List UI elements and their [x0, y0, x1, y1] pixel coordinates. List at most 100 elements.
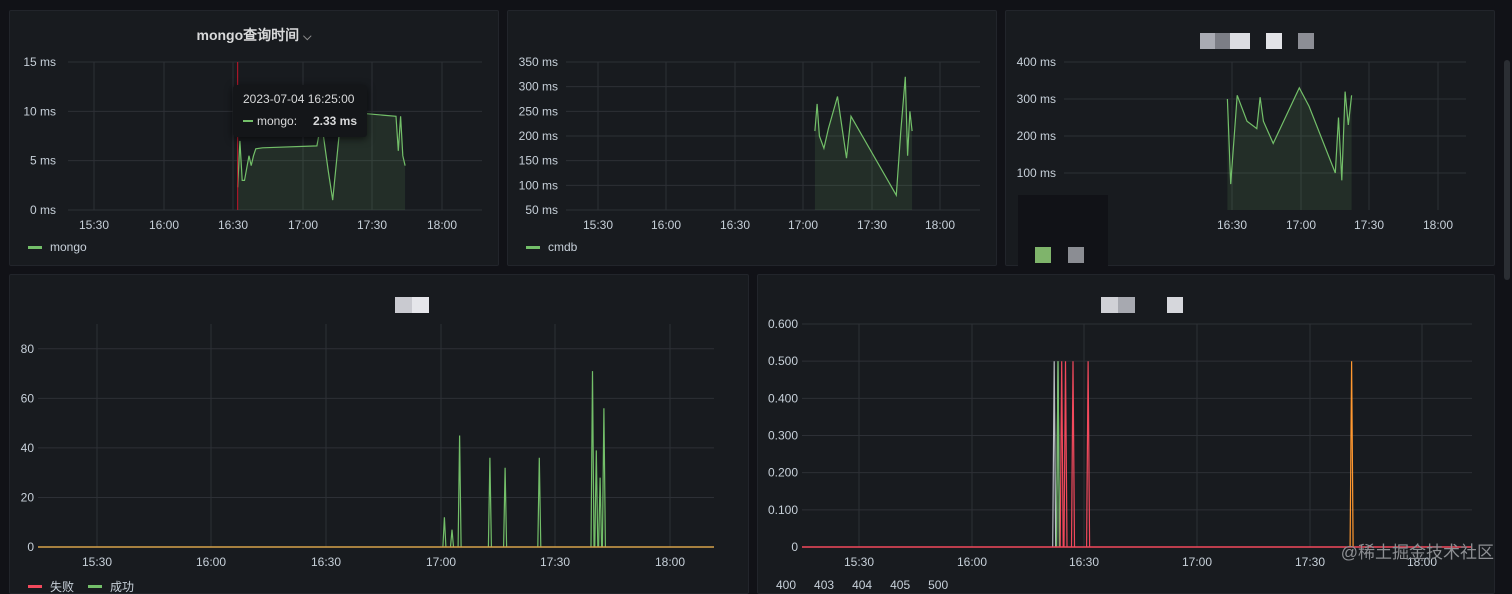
- y-tick-label: 300 ms: [1017, 92, 1056, 106]
- legend: 失败 成功: [28, 578, 134, 593]
- series-spike: [1059, 361, 1064, 548]
- x-tick-label: 18:00: [655, 555, 685, 569]
- panel-mongo-query-time[interactable]: mongo查询时间 ⌵ 0 ms 5 ms 10 ms 15 ms 15:30 16:00 1…: [9, 10, 499, 266]
- y-tick-label: 0: [791, 540, 798, 554]
- y-tick-label: 0 ms: [30, 203, 56, 217]
- x-tick-label: 18:00: [1423, 218, 1453, 232]
- series-area: [814, 76, 913, 210]
- y-tick-label: 80: [21, 342, 35, 356]
- x-tick-label: 17:30: [857, 218, 887, 232]
- watermark: @稀土掘金技术社区: [1340, 543, 1494, 562]
- x-tick-label: 16:30: [218, 218, 248, 232]
- series-spike: [590, 371, 595, 548]
- x-tick-label: 17:30: [540, 555, 570, 569]
- y-tick-label: 100 ms: [519, 178, 558, 192]
- x-tick-label: 17:00: [1286, 218, 1316, 232]
- legend-item-fail[interactable]: 失败: [28, 578, 74, 593]
- legend: mongo: [28, 240, 87, 254]
- series-spike: [1055, 361, 1061, 548]
- legend-item-403[interactable]: 403: [814, 578, 834, 592]
- tooltip-time: 2023-07-04 16:25:00: [243, 92, 355, 106]
- x-tick-label: 15:30: [583, 218, 613, 232]
- x-tick-label: 16:00: [651, 218, 681, 232]
- y-tick-label: 0: [27, 540, 34, 554]
- series-spike: [1349, 361, 1354, 548]
- series-spike: [449, 529, 455, 548]
- chart-cmdb[interactable]: 50 ms 100 ms 150 ms 200 ms 250 ms 300 ms 350 m…: [508, 11, 997, 266]
- x-tick-label: 17:30: [1295, 555, 1325, 569]
- x-tick-label: 16:00: [149, 218, 179, 232]
- x-tick-label: 17:00: [288, 218, 318, 232]
- panel-5[interactable]: 0 20 40 60 80 15:30 16:00 16:30 17:00 17:30 18:00 …: [9, 274, 749, 594]
- legend-swatch: [1068, 247, 1084, 263]
- y-tick-label: 250 ms: [519, 104, 558, 118]
- x-tick-label: 16:00: [196, 555, 226, 569]
- series-spike: [537, 457, 542, 548]
- legend-item-400[interactable]: 400: [776, 578, 796, 592]
- legend-item-success[interactable]: 成功: [88, 578, 134, 593]
- y-tick-label: 300 ms: [519, 80, 558, 94]
- y-tick-label: 50 ms: [525, 203, 558, 217]
- panel-cmdb[interactable]: 50 ms 100 ms 150 ms 200 ms 250 ms 300 ms 350 m…: [507, 10, 997, 266]
- legend-item-404[interactable]: 404: [852, 578, 872, 592]
- chart-5[interactable]: 0 20 40 60 80 15:30 16:00 16:30 17:00 17:30 18:00: [10, 275, 749, 594]
- series-area: [1227, 87, 1352, 210]
- y-tick-label: 10 ms: [23, 104, 56, 118]
- y-tick-label: 0.100: [768, 503, 798, 517]
- series-spike: [1063, 361, 1068, 548]
- series-spike: [1086, 361, 1091, 548]
- y-tick-label: 20: [21, 490, 35, 504]
- x-tick-label: 17:00: [1182, 555, 1212, 569]
- y-tick-label: 200 ms: [1017, 129, 1056, 143]
- x-tick-label: 16:00: [957, 555, 987, 569]
- y-tick-label: 40: [21, 441, 35, 455]
- tooltip-series: mongo:: [257, 114, 298, 128]
- series-spike: [601, 408, 606, 548]
- x-tick-label: 15:30: [82, 555, 112, 569]
- legend-swatch: [1035, 247, 1051, 263]
- legend: 400 403 404 405 500: [776, 578, 948, 592]
- series-spike: [598, 477, 603, 548]
- x-tick-label: 17:30: [357, 218, 387, 232]
- tooltip-value: 2.33 ms: [312, 114, 357, 128]
- x-tick-label: 17:30: [1354, 218, 1384, 232]
- y-tick-label: 60: [21, 391, 35, 405]
- x-tick-label: 15:30: [79, 218, 109, 232]
- x-tick-label: 15:30: [844, 555, 874, 569]
- redacted-overlay: [1018, 195, 1108, 280]
- legend: cmdb: [526, 240, 577, 254]
- series-spike: [487, 457, 492, 548]
- x-tick-label: 16:30: [1217, 218, 1247, 232]
- y-tick-label: 0.500: [768, 354, 798, 368]
- series-spike: [503, 467, 508, 548]
- x-tick-label: 17:00: [426, 555, 456, 569]
- series-spike: [594, 450, 599, 548]
- y-tick-label: 150 ms: [519, 154, 558, 168]
- y-tick-label: 5 ms: [30, 154, 56, 168]
- y-tick-label: 0.200: [768, 466, 798, 480]
- x-tick-label: 18:00: [925, 218, 955, 232]
- series-spike: [457, 435, 462, 548]
- x-tick-label: 18:00: [427, 218, 457, 232]
- series-spike: [1052, 361, 1057, 548]
- series-spike: [442, 517, 447, 548]
- series-spike: [1070, 361, 1076, 548]
- page-scrollbar[interactable]: [1504, 60, 1510, 280]
- x-tick-label: 16:30: [720, 218, 750, 232]
- x-tick-label: 16:30: [311, 555, 341, 569]
- x-tick-label: 17:00: [788, 218, 818, 232]
- legend-item-mongo[interactable]: mongo: [28, 240, 87, 254]
- y-tick-label: 400 ms: [1017, 55, 1056, 69]
- legend-item-405[interactable]: 405: [890, 578, 910, 592]
- y-tick-label: 350 ms: [519, 55, 558, 69]
- chart-mongo[interactable]: 0 ms 5 ms 10 ms 15 ms 15:30 16:00 16:30 17:00 17…: [10, 11, 499, 266]
- y-tick-label: 100 ms: [1017, 166, 1056, 180]
- y-tick-label: 200 ms: [519, 129, 558, 143]
- x-tick-label: 16:30: [1069, 555, 1099, 569]
- y-tick-label: 15 ms: [23, 55, 56, 69]
- legend-item-cmdb[interactable]: cmdb: [526, 240, 577, 254]
- y-tick-label: 0.300: [768, 429, 798, 443]
- y-tick-label: 0.400: [768, 391, 798, 405]
- legend-item-500[interactable]: 500: [928, 578, 948, 592]
- y-tick-label: 0.600: [768, 317, 798, 331]
